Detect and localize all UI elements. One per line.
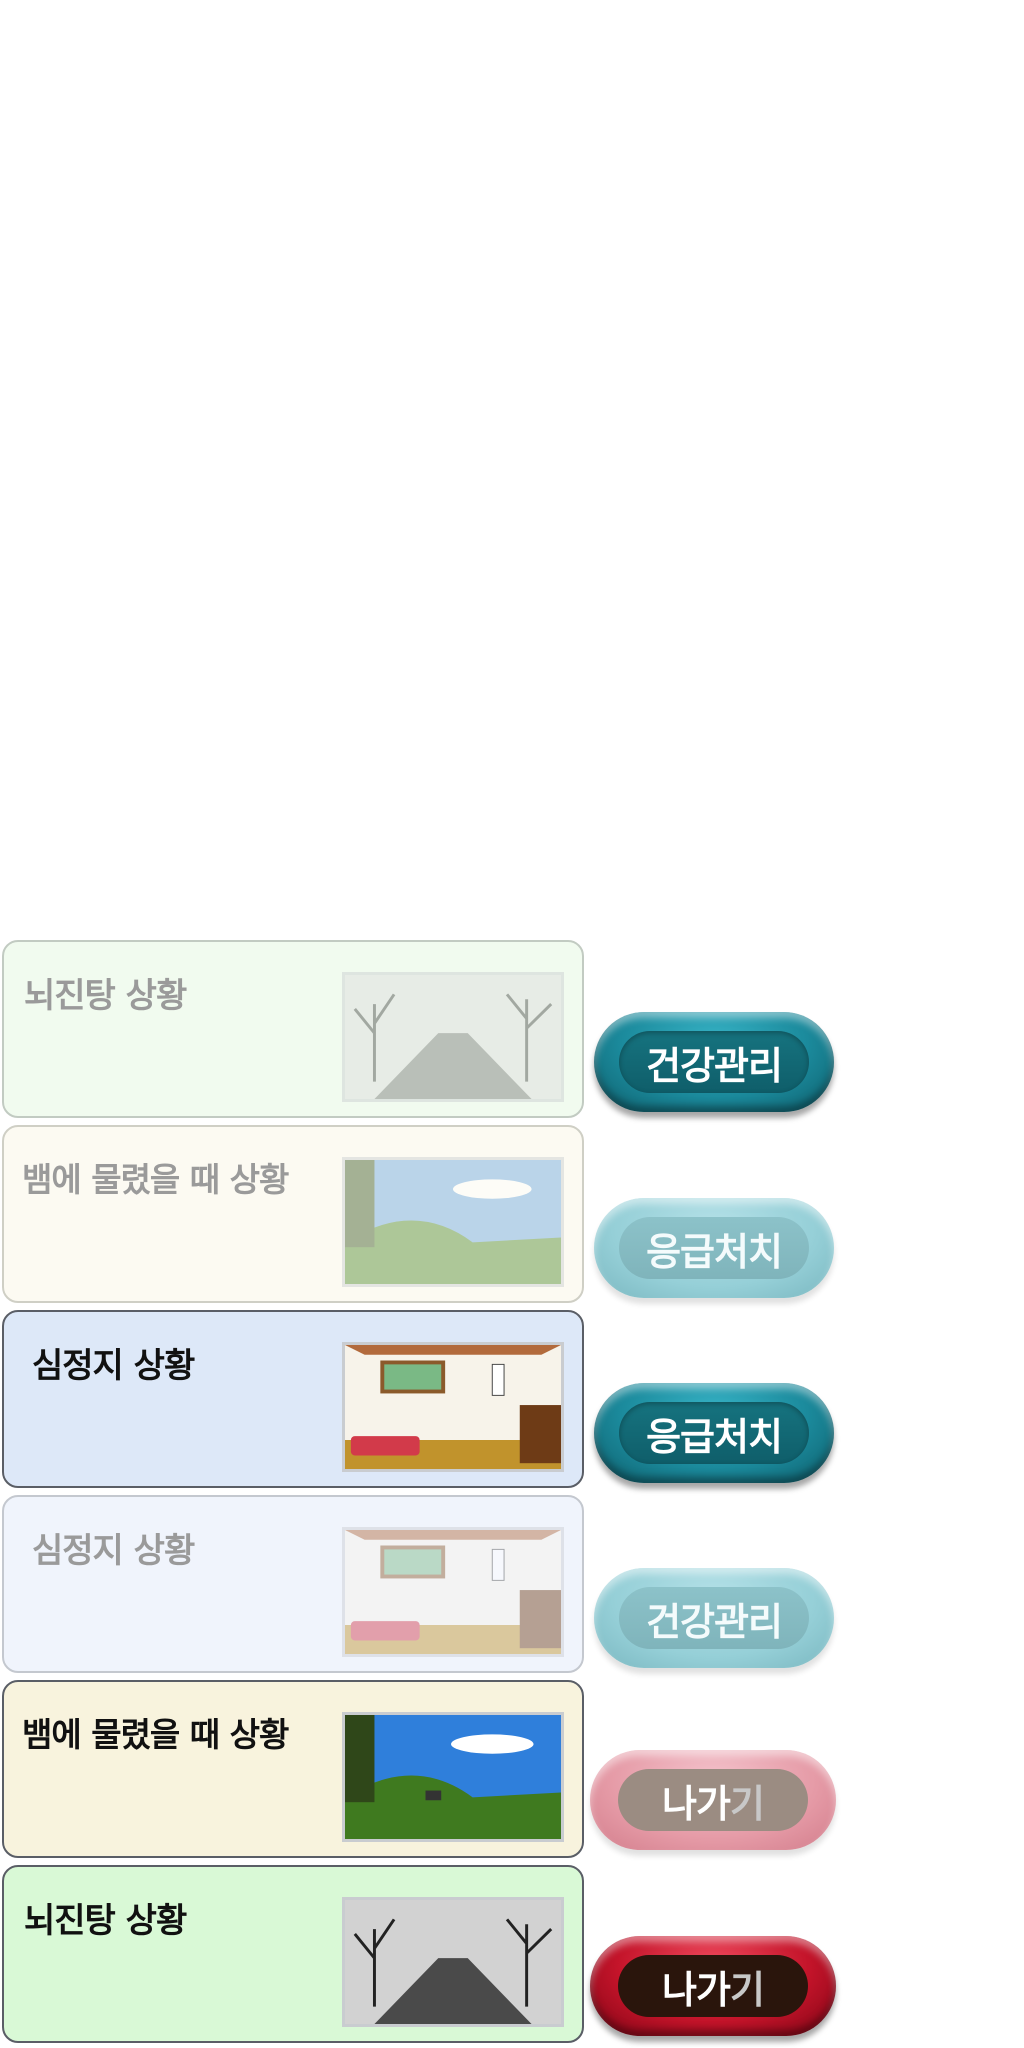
scenario-card-cardiac-arrest-faded[interactable]: 심정지 상황 — [2, 1495, 584, 1673]
first-aid-label: 응급처치 — [619, 1217, 809, 1279]
room-image — [342, 1342, 564, 1472]
exit-label-main: 나가 — [662, 1781, 731, 1826]
health-care-button[interactable]: 건강관리 — [594, 1012, 834, 1112]
exit-label: 나가 기 — [618, 1955, 808, 2017]
first-aid-label: 응급처치 — [619, 1402, 809, 1464]
exit-button[interactable]: 나가 기 — [590, 1936, 836, 2036]
scenario-card-concussion-active[interactable]: 뇌진탕 상황 — [2, 1865, 584, 2043]
grassy-hill-image — [342, 1712, 564, 1842]
room-image — [342, 1527, 564, 1657]
scenario-card-cardiac-arrest-active[interactable]: 심정지 상황 — [2, 1310, 584, 1488]
scenario-card-concussion-faded[interactable]: 뇌진탕 상황 — [2, 940, 584, 1118]
scenario-label: 뱀에 물렸을 때 상황 — [22, 1160, 289, 1199]
scenario-card-snakebite-active[interactable]: 뱀에 물렸을 때 상황 — [2, 1680, 584, 1858]
scenario-label: 뱀에 물렸을 때 상황 — [22, 1715, 289, 1754]
snowy-road-image — [342, 1897, 564, 2027]
health-care-button-faded[interactable]: 건강관리 — [594, 1568, 834, 1668]
grassy-hill-image — [342, 1157, 564, 1287]
scenario-label: 뇌진탕 상황 — [24, 1901, 187, 1941]
exit-label-main: 나가 — [662, 1967, 731, 2012]
exit-button-faded[interactable]: 나가 기 — [590, 1750, 836, 1850]
scenario-label: 심정지 상황 — [32, 1531, 195, 1571]
scenario-card-snakebite-faded[interactable]: 뱀에 물렸을 때 상황 — [2, 1125, 584, 1303]
scenario-label: 뇌진탕 상황 — [24, 976, 187, 1016]
exit-label-end: 기 — [729, 1967, 765, 2012]
scenario-label: 심정지 상황 — [32, 1346, 195, 1386]
first-aid-button[interactable]: 응급처치 — [594, 1383, 834, 1483]
health-care-label: 건강관리 — [619, 1031, 809, 1093]
snowy-road-image — [342, 972, 564, 1102]
health-care-label: 건강관리 — [619, 1587, 809, 1649]
exit-label: 나가 기 — [618, 1769, 808, 1831]
first-aid-button-faded[interactable]: 응급처치 — [594, 1198, 834, 1298]
exit-label-end: 기 — [729, 1781, 765, 1826]
scenario-menu: 뇌진탕 상황 뱀에 물렸을 때 상황 심정지 상황 심정지 상황 뱀에 물렸을 … — [0, 0, 1024, 2048]
